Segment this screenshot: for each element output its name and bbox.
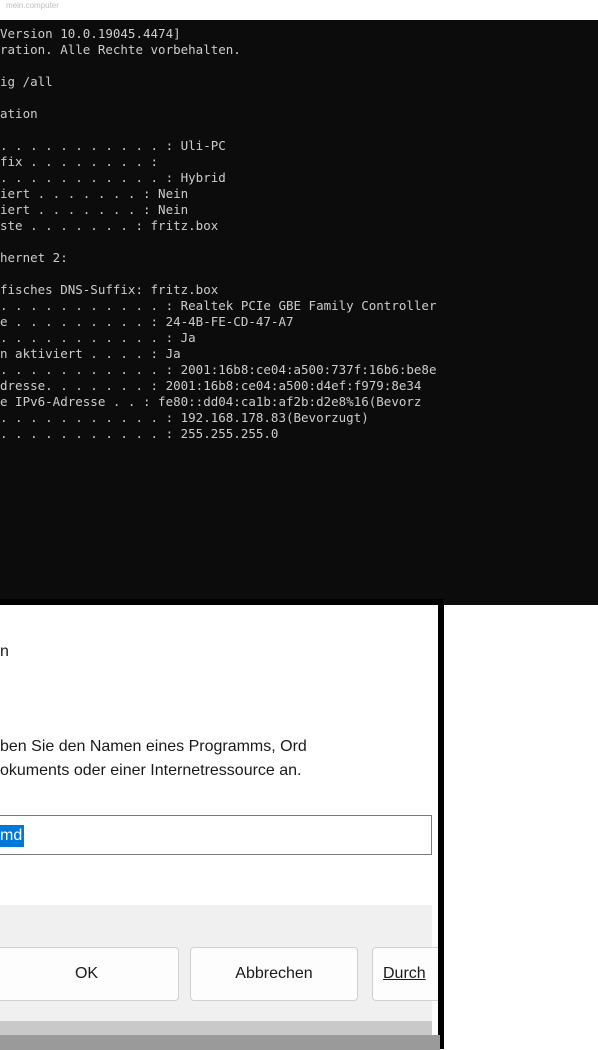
- run-dialog-title: n: [0, 643, 9, 660]
- terminal-line: ation: [0, 106, 38, 121]
- terminal-line: hernet 2:: [0, 250, 68, 265]
- browse-button[interactable]: Durch: [372, 947, 438, 1001]
- terminal-line: n aktiviert . . . . : Ja: [0, 346, 181, 361]
- terminal-line: . . . . . . . . . . . : Realtek PCIe GBE…: [0, 298, 437, 313]
- terminal-line: . . . . . . . . . . . : Ja: [0, 330, 196, 345]
- terminal-line: e . . . . . . . . . : 24-4B-FE-CD-47-A7: [0, 314, 294, 329]
- terminal-line: . . . . . . . . . . . : Hybrid: [0, 170, 226, 185]
- terminal-line: . . . . . . . . . . . : 255.255.255.0: [0, 426, 279, 441]
- ok-button[interactable]: OK: [0, 947, 179, 1001]
- terminal-line: ration. Alle Rechte vorbehalten.: [0, 42, 241, 57]
- cancel-button[interactable]: Abbrechen: [190, 947, 358, 1001]
- run-command-input-value: md: [0, 825, 25, 847]
- top-strip-text: mein.computer: [6, 1, 59, 10]
- run-dialog-description: ben Sie den Namen eines Programms, Ord o…: [0, 735, 307, 783]
- terminal-line: . . . . . . . . . . . : 192.168.178.83(B…: [0, 410, 369, 425]
- terminal-line: dresse. . . . . . . : 2001:16b8:ce04:a50…: [0, 378, 422, 393]
- terminal-line: ig /all: [0, 74, 53, 89]
- terminal-line: . . . . . . . . . . . : Uli-PC: [0, 138, 226, 153]
- terminal-line: e IPv6-Adresse . . : fe80::dd04:ca1b:af2…: [0, 394, 422, 409]
- run-dialog: n ben Sie den Namen eines Programms, Ord…: [0, 599, 444, 1049]
- description-line-1: ben Sie den Namen eines Programms, Ord: [0, 738, 307, 755]
- terminal-line: Version 10.0.19045.4474]: [0, 26, 181, 41]
- top-strip: mein.computer: [0, 0, 598, 20]
- terminal-line: fisches DNS-Suffix: fritz.box: [0, 282, 219, 297]
- description-line-2: okuments oder einer Internetressource an…: [0, 762, 302, 779]
- cmd-terminal-window[interactable]: Version 10.0.19045.4474] ration. Alle Rec…: [0, 20, 598, 605]
- run-command-input[interactable]: md: [0, 815, 432, 855]
- run-dialog-footer: OK Abbrechen Durch: [0, 905, 438, 1037]
- terminal-line: ste . . . . . . . : fritz.box: [0, 218, 219, 233]
- terminal-line: iert . . . . . . . : Nein: [0, 186, 189, 201]
- terminal-line: . . . . . . . . . . . : 2001:16b8:ce04:a…: [0, 362, 437, 377]
- terminal-line: fix . . . . . . . . :: [0, 154, 159, 169]
- screen-bottom-edge: [0, 1035, 440, 1050]
- terminal-line: iert . . . . . . . : Nein: [0, 202, 189, 217]
